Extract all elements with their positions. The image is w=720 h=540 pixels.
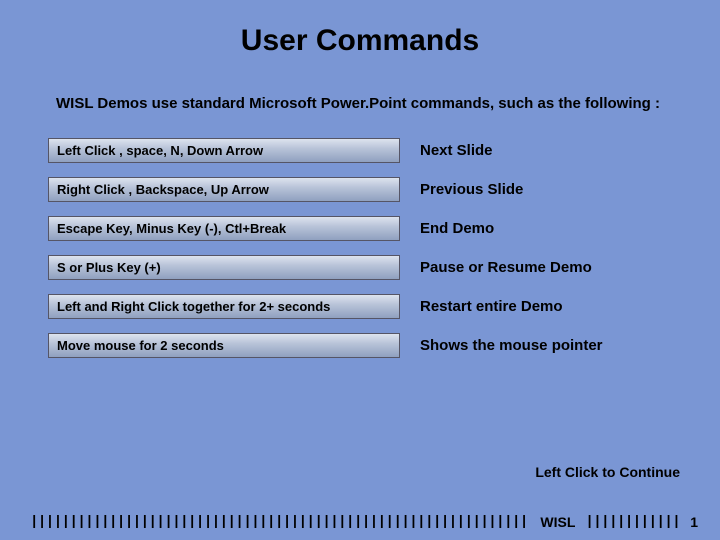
footer-brand: WISL	[530, 514, 585, 530]
command-row: Left and Right Click together for 2+ sec…	[48, 294, 680, 319]
continue-hint[interactable]: Left Click to Continue	[535, 464, 680, 480]
footer-ticks-right: ||||||||||||	[585, 514, 680, 530]
action-cell: End Demo	[400, 220, 680, 237]
command-cell: S or Plus Key (+)	[48, 255, 400, 280]
command-cell: Move mouse for 2 seconds	[48, 333, 400, 358]
action-cell: Shows the mouse pointer	[400, 337, 680, 354]
command-rows: Left Click , space, N, Down Arrow Next S…	[0, 128, 720, 358]
slide-title: User Commands	[0, 0, 720, 58]
page-number: 1	[680, 514, 698, 530]
footer-ticks-left: ||||||||||||||||||||||||||||||||||||||||…	[30, 514, 530, 530]
command-row: S or Plus Key (+) Pause or Resume Demo	[48, 255, 680, 280]
command-cell: Right Click , Backspace, Up Arrow	[48, 177, 400, 202]
command-row: Move mouse for 2 seconds Shows the mouse…	[48, 333, 680, 358]
intro-text: WISL Demos use standard Microsoft Power.…	[0, 58, 720, 128]
footer: ||||||||||||||||||||||||||||||||||||||||…	[0, 514, 720, 530]
command-cell: Left Click , space, N, Down Arrow	[48, 138, 400, 163]
command-row: Right Click , Backspace, Up Arrow Previo…	[48, 177, 680, 202]
command-cell: Escape Key, Minus Key (-), Ctl+Break	[48, 216, 400, 241]
action-cell: Previous Slide	[400, 181, 680, 198]
command-cell: Left and Right Click together for 2+ sec…	[48, 294, 400, 319]
command-row: Escape Key, Minus Key (-), Ctl+Break End…	[48, 216, 680, 241]
action-cell: Pause or Resume Demo	[400, 259, 680, 276]
action-cell: Next Slide	[400, 142, 680, 159]
command-row: Left Click , space, N, Down Arrow Next S…	[48, 138, 680, 163]
action-cell: Restart entire Demo	[400, 298, 680, 315]
